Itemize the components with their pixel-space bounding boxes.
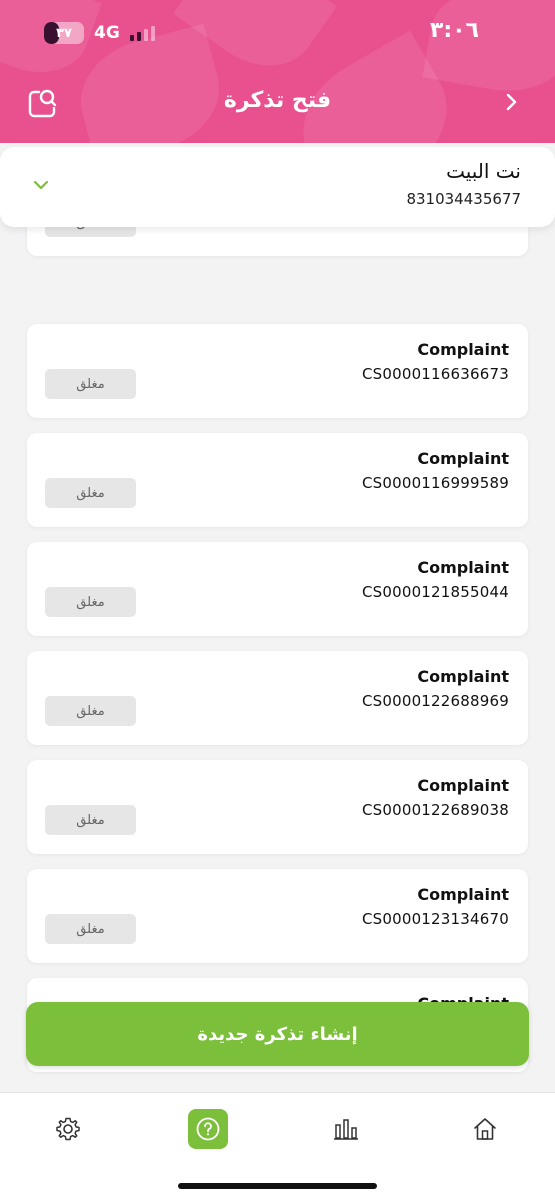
ticket-card[interactable]: Complaint CS0000116636673 مغلق xyxy=(27,324,528,418)
status-badge: مغلق xyxy=(45,227,136,237)
signal-icon xyxy=(129,25,155,41)
help-icon xyxy=(196,1117,220,1141)
tab-home[interactable] xyxy=(465,1109,505,1149)
ticket-id: CS0000116999589 xyxy=(361,474,509,492)
account-number: 831034435677 xyxy=(406,190,521,208)
ticket-id: CS0000122688969 xyxy=(361,692,509,710)
create-ticket-button[interactable]: إنشاء تذكرة جديدة xyxy=(26,1002,529,1066)
battery-icon: ٣٧ xyxy=(44,22,84,44)
signal-bar xyxy=(143,29,148,41)
ticket-type: Complaint xyxy=(417,776,509,795)
account-name: نت البيت xyxy=(446,159,521,183)
ticket-card[interactable]: Complaint CS0000122689038 مغلق xyxy=(27,760,528,854)
ticket-id: CS0000116636673 xyxy=(361,365,509,383)
account-selector[interactable]: نت البيت 831034435677 xyxy=(0,147,555,227)
tab-help[interactable] xyxy=(188,1109,228,1149)
ticket-type: Complaint xyxy=(417,885,509,904)
back-button[interactable] xyxy=(499,90,523,114)
gear-icon xyxy=(56,1117,80,1141)
home-indicator xyxy=(178,1183,377,1189)
home-icon xyxy=(474,1118,496,1140)
signal-bar xyxy=(136,32,141,41)
status-badge: مغلق xyxy=(45,914,136,944)
battery-level: ٣٧ xyxy=(56,25,72,41)
chevron-right-icon xyxy=(506,93,517,111)
status-badge: مغلق xyxy=(45,478,136,508)
ticket-type: Complaint xyxy=(417,667,509,686)
ticket-id: CS0000121855044 xyxy=(361,583,509,601)
app-header: ٣:٠٦ ٣٧ 4G فتح تذكرة xyxy=(0,0,555,143)
ticket-card[interactable]: CS0000114769584 مغلق xyxy=(27,227,528,256)
status-badge: مغلق xyxy=(45,587,136,617)
network-type: 4G xyxy=(94,23,120,43)
ticket-type: Complaint xyxy=(417,558,509,577)
ticket-id: CS0000123134670 xyxy=(361,910,509,928)
ticket-card[interactable]: Complaint CS0000123134670 مغلق xyxy=(27,869,528,963)
ticket-type: Complaint xyxy=(417,340,509,359)
usage-chart-icon xyxy=(334,1119,358,1140)
ticket-id: CS0000122689038 xyxy=(361,801,509,819)
ticket-card[interactable]: Complaint CS0000116999589 مغلق xyxy=(27,433,528,527)
ticket-list[interactable]: CS0000114769584 مغلق Complaint CS0000116… xyxy=(0,227,555,1089)
page-title: فتح تذكرة xyxy=(223,88,332,113)
status-indicators: ٣٧ 4G xyxy=(44,20,155,46)
signal-bar xyxy=(129,35,134,41)
status-badge: مغلق xyxy=(45,805,136,835)
ticket-card[interactable]: Complaint CS0000122688969 مغلق xyxy=(27,651,528,745)
chevron-down-icon xyxy=(33,180,49,190)
ticket-type: Complaint xyxy=(417,449,509,468)
tab-usage[interactable] xyxy=(326,1109,366,1149)
signal-bar xyxy=(150,26,155,41)
ticket-card[interactable]: Complaint CS0000121855044 مغلق xyxy=(27,542,528,636)
status-badge: مغلق xyxy=(45,369,136,399)
tab-settings[interactable] xyxy=(48,1109,88,1149)
status-time: ٣:٠٦ xyxy=(429,18,479,43)
status-badge: مغلق xyxy=(45,696,136,726)
